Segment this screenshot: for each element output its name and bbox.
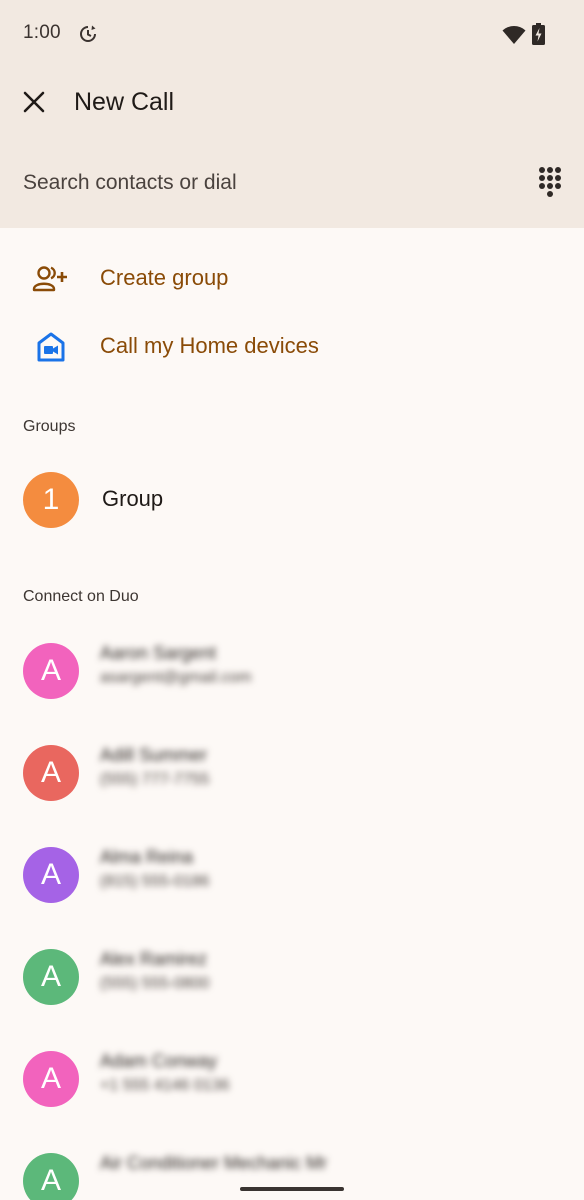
- top-app-bar: New Call: [0, 68, 584, 140]
- page-title: New Call: [74, 88, 175, 116]
- status-time: 1:00: [23, 22, 61, 43]
- contact-name: Aaron Sargent: [100, 643, 217, 663]
- call-home-devices-button[interactable]: Call my Home devices: [0, 317, 584, 377]
- avatar: A: [23, 1051, 79, 1107]
- create-group-label: Create group: [100, 265, 229, 290]
- contact-name: Air Conditioner Mechanic Mr: [100, 1153, 328, 1173]
- dialpad-icon[interactable]: [530, 164, 570, 204]
- avatar: 1: [23, 472, 79, 528]
- group-name: Group: [102, 486, 164, 511]
- contact-detail: (815) 555-0186: [100, 873, 210, 890]
- contact-name: Alma Reina: [100, 847, 194, 867]
- search-input[interactable]: [23, 168, 503, 198]
- contact-name: Adill Summer: [100, 745, 208, 765]
- groups-section-header: Groups: [23, 418, 76, 435]
- home-video-icon: [37, 332, 65, 362]
- contact-row[interactable]: A Alex Ramirez (555) 555-0800: [0, 937, 584, 1017]
- status-bar: 1:00: [0, 0, 584, 68]
- add-group-icon: [32, 266, 67, 292]
- close-button[interactable]: [14, 82, 54, 122]
- sync-icon: [80, 25, 96, 42]
- group-row[interactable]: 1 Group: [0, 460, 584, 540]
- contact-row[interactable]: A Alma Reina (815) 555-0186: [0, 835, 584, 915]
- close-icon: [23, 91, 45, 113]
- contact-row[interactable]: A Adam Conway +1 555 4146 0136: [0, 1039, 584, 1119]
- create-group-button[interactable]: Create group: [0, 249, 584, 309]
- navigation-handle[interactable]: [240, 1187, 344, 1191]
- contact-detail: (555) 777-7755: [100, 771, 210, 788]
- contact-name: Adam Conway: [100, 1051, 218, 1071]
- duo-section-header: Connect on Duo: [23, 588, 139, 605]
- avatar: A: [23, 745, 79, 801]
- avatar: A: [23, 1153, 79, 1200]
- battery-charging-icon: [532, 23, 545, 45]
- wifi-icon: [502, 26, 526, 44]
- avatar: A: [23, 847, 79, 903]
- contact-detail: +1 555 4146 0136: [100, 1077, 230, 1094]
- contact-row[interactable]: A Air Conditioner Mechanic Mr: [0, 1141, 584, 1200]
- contact-row[interactable]: A Aaron Sargent asargent@gmail.com: [0, 631, 584, 711]
- contact-detail: asargent@gmail.com: [100, 669, 252, 686]
- new-call-screen: 1:00 New Call Search contacts or dial Cr…: [0, 0, 584, 1200]
- contact-detail: (555) 555-0800: [100, 975, 210, 992]
- search-row: [0, 150, 584, 216]
- avatar: A: [23, 949, 79, 1005]
- header: 1:00 New Call: [0, 0, 584, 228]
- call-home-devices-label: Call my Home devices: [100, 333, 319, 358]
- avatar: A: [23, 643, 79, 699]
- contact-name: Alex Ramirez: [100, 949, 208, 969]
- contact-row[interactable]: A Adill Summer (555) 777-7755: [0, 733, 584, 813]
